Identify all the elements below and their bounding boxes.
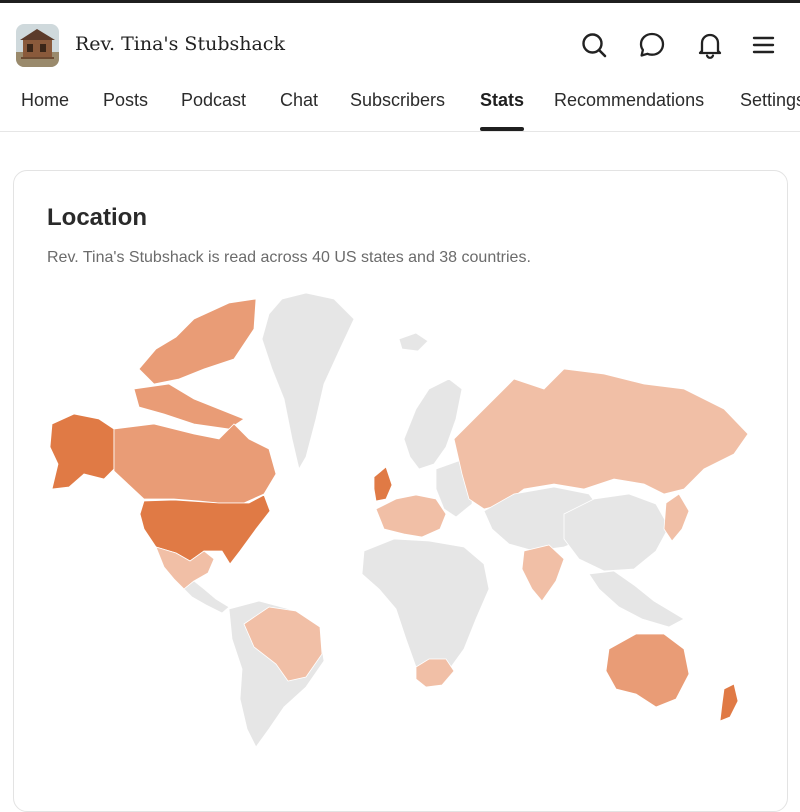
chat-bubble-icon[interactable] (636, 29, 668, 61)
map-region-europe-west[interactable] (375, 494, 447, 538)
map-region-india[interactable] (521, 544, 565, 602)
location-title: Location (47, 204, 147, 231)
map-region-scandinavia[interactable] (403, 378, 463, 470)
header: Rev. Tina's Stubshack (0, 3, 800, 83)
location-summary: Rev. Tina's Stubshack is read across 40 … (47, 249, 531, 266)
world-map[interactable] (44, 289, 764, 749)
tab-home[interactable]: Home (21, 90, 69, 130)
map-region-se-asia[interactable] (588, 570, 685, 628)
tab-podcast[interactable]: Podcast (181, 90, 246, 130)
tab-recommendations[interactable]: Recommendations (554, 90, 704, 130)
map-region-uk[interactable] (373, 466, 393, 502)
map-region-australia[interactable] (605, 633, 690, 708)
location-card: Location Rev. Tina's Stubshack is read a… (13, 170, 788, 812)
tab-chat[interactable]: Chat (280, 90, 318, 130)
menu-icon[interactable] (747, 29, 779, 61)
map-region-iceland[interactable] (398, 332, 429, 352)
map-region-greenland[interactable] (261, 292, 355, 471)
map-region-korea-japan[interactable] (663, 493, 690, 542)
tab-posts[interactable]: Posts (103, 90, 148, 130)
tab-stats[interactable]: Stats (480, 90, 525, 131)
publication-logo[interactable] (16, 24, 59, 67)
bell-icon[interactable] (694, 29, 726, 61)
nav-tabs: Home Posts Podcast Chat Subscribers Stat… (0, 84, 800, 132)
tab-subscribers[interactable]: Subscribers (350, 90, 445, 130)
tab-settings[interactable]: Settings (740, 90, 800, 130)
search-icon[interactable] (578, 29, 610, 61)
map-region-alaska[interactable] (49, 413, 115, 490)
map-region-russia[interactable] (453, 368, 749, 510)
map-region-south-africa[interactable] (415, 658, 455, 688)
map-region-canada-islands[interactable] (133, 383, 245, 430)
publication-title[interactable]: Rev. Tina's Stubshack (75, 33, 285, 55)
map-region-canada-north[interactable] (138, 298, 257, 385)
map-region-new-zealand[interactable] (719, 683, 739, 722)
map-region-canada[interactable] (113, 423, 277, 504)
map-region-central-america[interactable] (183, 580, 230, 614)
